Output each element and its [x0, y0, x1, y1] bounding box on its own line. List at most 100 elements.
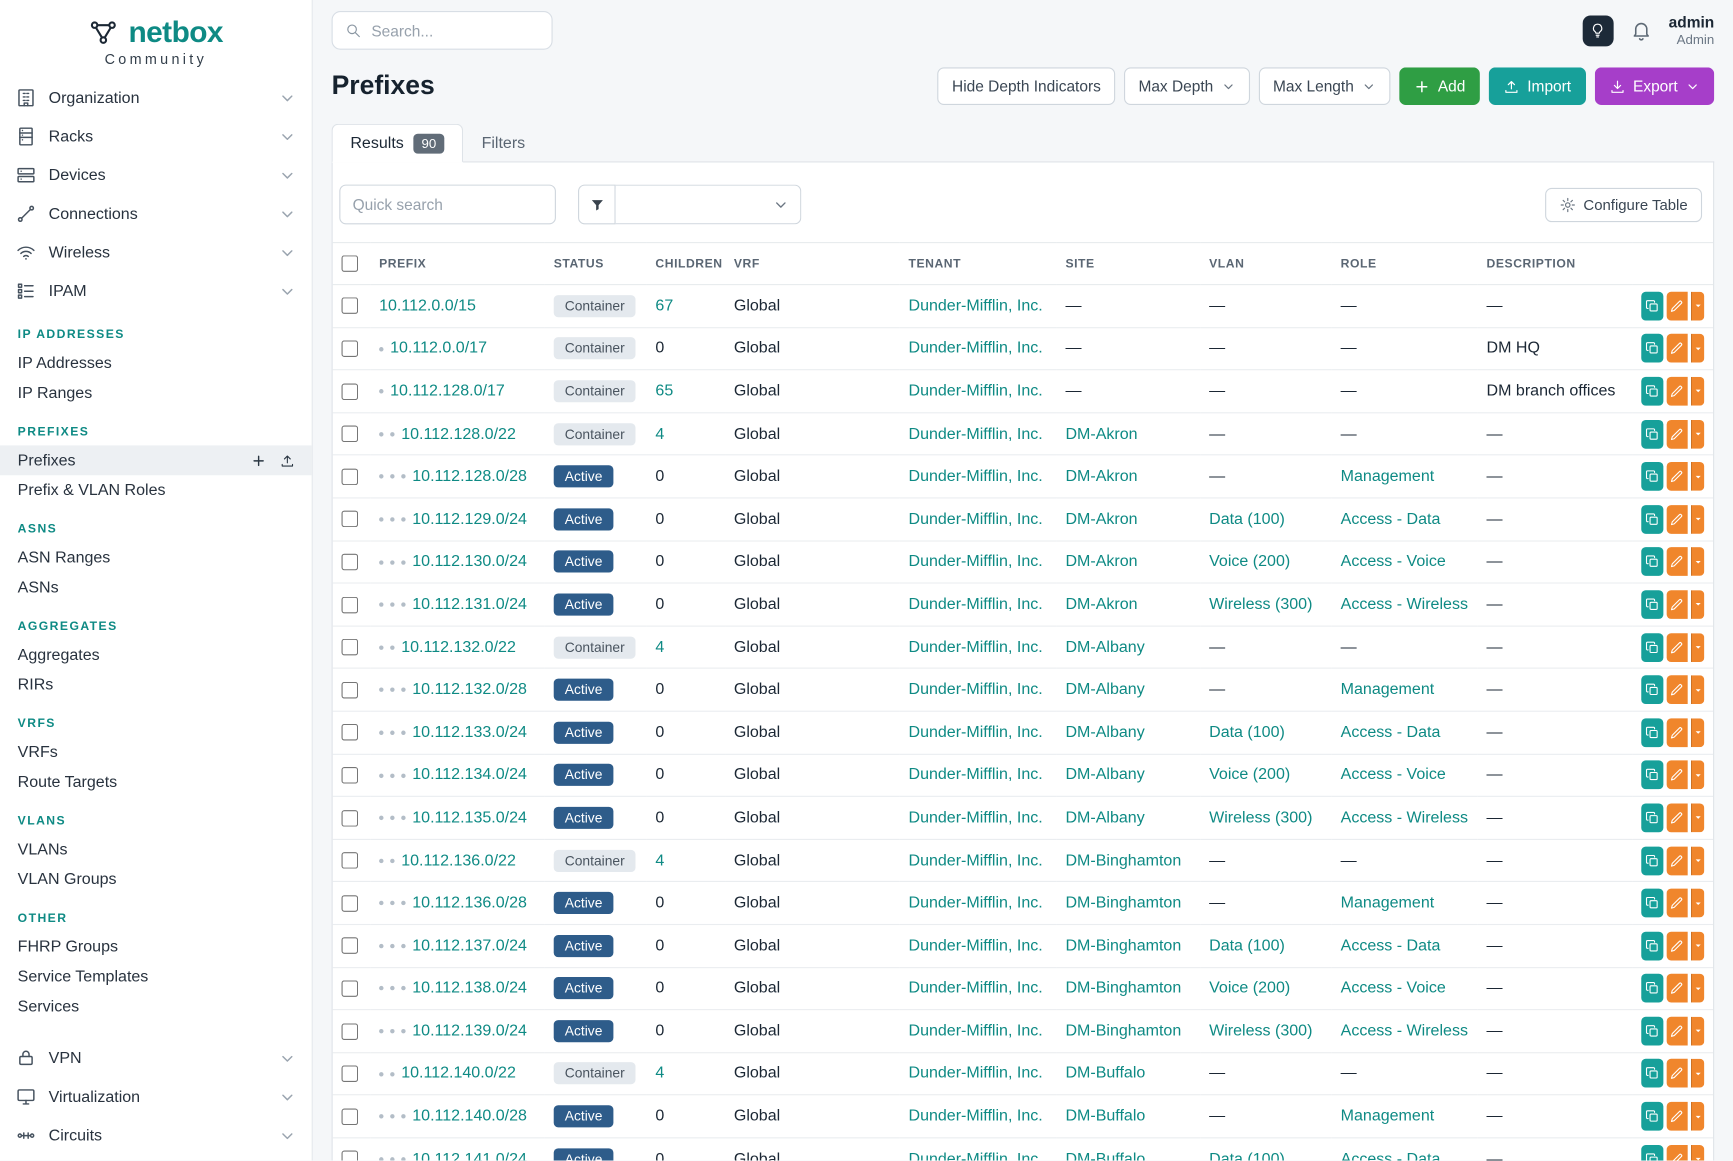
tenant-link[interactable]: Dunder-Mifflin, Inc. [908, 1022, 1042, 1040]
sidebar-item-fhrp-groups[interactable]: FHRP Groups [0, 932, 312, 962]
role-link[interactable]: Access - Voice [1341, 766, 1446, 784]
prefix-link[interactable]: 10.112.141.0/24 [412, 1150, 527, 1160]
sidebar-item-circuits[interactable]: Circuits [0, 1116, 312, 1155]
sidebar-item-asns[interactable]: ASNs [0, 573, 312, 603]
role-link[interactable]: Access - Data [1341, 937, 1441, 955]
edit-button[interactable] [1666, 462, 1688, 491]
edit-button[interactable] [1666, 675, 1688, 704]
sidebar-item-vlans[interactable]: VLANs [0, 834, 312, 864]
sidebar-item-services[interactable]: Services [0, 991, 312, 1021]
column-header-status[interactable]: STATUS [545, 243, 647, 285]
edit-button[interactable] [1666, 633, 1688, 662]
edit-button[interactable] [1666, 761, 1688, 790]
sidebar-item-service-templates[interactable]: Service Templates [0, 962, 312, 992]
edit-dropdown-caret[interactable] [1691, 633, 1704, 662]
theme-toggle-button[interactable] [1582, 15, 1613, 46]
row-checkbox[interactable] [342, 852, 359, 869]
edit-dropdown-caret[interactable] [1691, 889, 1704, 918]
tenant-link[interactable]: Dunder-Mifflin, Inc. [908, 980, 1042, 998]
edit-dropdown-caret[interactable] [1691, 931, 1704, 960]
clone-button[interactable] [1641, 590, 1663, 619]
site-link[interactable]: DM-Binghamton [1065, 894, 1181, 912]
tenant-link[interactable]: Dunder-Mifflin, Inc. [908, 297, 1042, 315]
sidebar-item-vrfs[interactable]: VRFs [0, 737, 312, 767]
column-header-children[interactable]: CHILDREN [647, 243, 725, 285]
row-checkbox[interactable] [342, 1151, 359, 1161]
role-link[interactable]: Access - Wireless [1341, 809, 1468, 827]
clone-button[interactable] [1641, 1102, 1663, 1131]
tenant-link[interactable]: Dunder-Mifflin, Inc. [908, 766, 1042, 784]
sidebar-item-wireless[interactable]: Wireless [0, 233, 312, 272]
row-checkbox[interactable] [342, 298, 359, 315]
import-button[interactable]: Import [1489, 67, 1586, 105]
row-checkbox[interactable] [342, 596, 359, 613]
max-length-dropdown[interactable]: Max Length [1259, 67, 1391, 105]
clone-button[interactable] [1641, 505, 1663, 534]
role-link[interactable]: Management [1341, 681, 1435, 699]
edit-button[interactable] [1666, 420, 1688, 449]
edit-button[interactable] [1666, 292, 1688, 321]
prefix-link[interactable]: 10.112.0.0/15 [379, 297, 476, 315]
row-checkbox[interactable] [342, 1023, 359, 1040]
tenant-link[interactable]: Dunder-Mifflin, Inc. [908, 1150, 1042, 1160]
edit-dropdown-caret[interactable] [1691, 1017, 1704, 1046]
vlan-link[interactable]: Data (100) [1209, 724, 1285, 742]
prefix-link[interactable]: 10.112.128.0/17 [390, 382, 505, 400]
hide-depth-indicators-button[interactable]: Hide Depth Indicators [938, 67, 1116, 105]
tenant-link[interactable]: Dunder-Mifflin, Inc. [908, 1065, 1042, 1083]
children-count-link[interactable]: 4 [655, 852, 664, 870]
user-menu[interactable]: admin Admin [1669, 13, 1715, 47]
tab-results[interactable]: Results 90 [332, 124, 463, 163]
clone-button[interactable] [1641, 761, 1663, 790]
prefix-link[interactable]: 10.112.128.0/22 [401, 425, 516, 443]
site-link[interactable]: DM-Buffalo [1065, 1108, 1145, 1126]
row-checkbox[interactable] [342, 682, 359, 699]
tab-filters[interactable]: Filters [463, 124, 544, 163]
site-link[interactable]: DM-Albany [1065, 681, 1144, 699]
vlan-link[interactable]: Voice (200) [1209, 553, 1290, 571]
row-checkbox[interactable] [342, 554, 359, 571]
clone-button[interactable] [1641, 675, 1663, 704]
role-link[interactable]: Management [1341, 468, 1435, 486]
tenant-link[interactable]: Dunder-Mifflin, Inc. [908, 681, 1042, 699]
site-link[interactable]: DM-Binghamton [1065, 852, 1181, 870]
quick-add-button[interactable] [248, 449, 270, 471]
tenant-link[interactable]: Dunder-Mifflin, Inc. [908, 340, 1042, 358]
saved-filter-dropdown[interactable] [616, 185, 802, 225]
prefix-link[interactable]: 10.112.138.0/24 [412, 980, 527, 998]
tenant-link[interactable]: Dunder-Mifflin, Inc. [908, 382, 1042, 400]
vlan-link[interactable]: Voice (200) [1209, 980, 1290, 998]
row-checkbox[interactable] [342, 639, 359, 656]
sidebar-item-ip-addresses[interactable]: IP Addresses [0, 348, 312, 378]
clone-button[interactable] [1641, 420, 1663, 449]
clone-button[interactable] [1641, 633, 1663, 662]
edit-button[interactable] [1666, 931, 1688, 960]
column-header-role[interactable]: ROLE [1332, 243, 1478, 285]
tenant-link[interactable]: Dunder-Mifflin, Inc. [908, 510, 1042, 528]
sidebar-item-devices[interactable]: Devices [0, 156, 312, 195]
site-link[interactable]: DM-Buffalo [1065, 1065, 1145, 1083]
children-count-link[interactable]: 4 [655, 1065, 664, 1083]
row-checkbox[interactable] [342, 511, 359, 528]
site-link[interactable]: DM-Binghamton [1065, 937, 1181, 955]
prefix-link[interactable]: 10.112.131.0/24 [412, 596, 527, 614]
sidebar-item-ip-ranges[interactable]: IP Ranges [0, 378, 312, 408]
column-header-prefix[interactable]: PREFIX [370, 243, 545, 285]
role-link[interactable]: Access - Wireless [1341, 1022, 1468, 1040]
clone-button[interactable] [1641, 718, 1663, 747]
filter-button[interactable] [578, 185, 616, 225]
site-link[interactable]: DM-Akron [1065, 510, 1137, 528]
edit-dropdown-caret[interactable] [1691, 761, 1704, 790]
site-link[interactable]: DM-Albany [1065, 766, 1144, 784]
prefix-link[interactable]: 10.112.129.0/24 [412, 510, 527, 528]
site-link[interactable]: DM-Binghamton [1065, 980, 1181, 998]
prefix-link[interactable]: 10.112.132.0/22 [401, 638, 516, 656]
tenant-link[interactable]: Dunder-Mifflin, Inc. [908, 852, 1042, 870]
prefix-link[interactable]: 10.112.136.0/22 [401, 852, 516, 870]
prefix-link[interactable]: 10.112.134.0/24 [412, 766, 527, 784]
sidebar-item-prefixes[interactable]: Prefixes [0, 445, 312, 475]
vlan-link[interactable]: Wireless (300) [1209, 596, 1312, 614]
role-link[interactable]: Management [1341, 1108, 1435, 1126]
tenant-link[interactable]: Dunder-Mifflin, Inc. [908, 937, 1042, 955]
edit-button[interactable] [1666, 1145, 1688, 1161]
